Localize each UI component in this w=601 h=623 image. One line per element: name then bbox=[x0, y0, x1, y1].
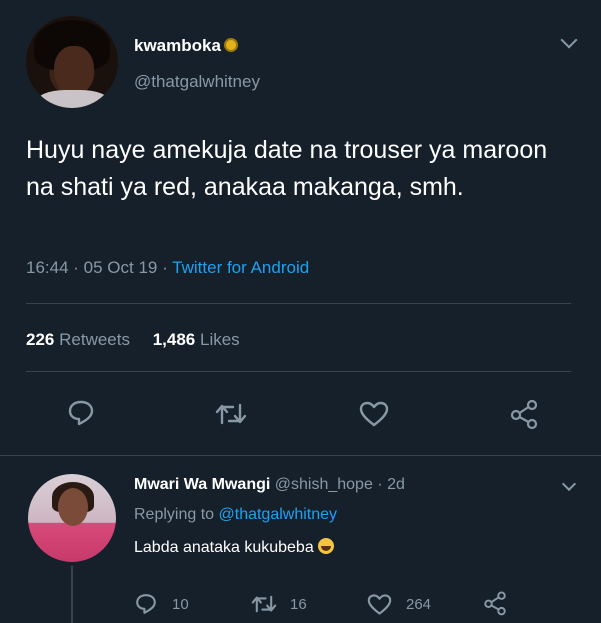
reply-button[interactable] bbox=[66, 398, 96, 428]
laughing-emoji-icon bbox=[317, 538, 334, 554]
reply-age: · 2d bbox=[377, 476, 405, 493]
replying-prefix: Replying to bbox=[134, 506, 219, 523]
reply-reply-button[interactable] bbox=[134, 592, 158, 616]
likes-stat[interactable]: 1,486 Likes bbox=[153, 330, 240, 349]
author-name-text: kwamboka bbox=[134, 36, 221, 55]
tweet-stats: 226 Retweets 1,486 Likes bbox=[26, 330, 240, 350]
replying-to: Replying to @thatgalwhitney bbox=[134, 506, 337, 524]
reply-like-count: 264 bbox=[406, 596, 432, 613]
chevron-down-icon[interactable] bbox=[561, 476, 577, 492]
retweet-icon bbox=[215, 403, 247, 425]
author-avatar[interactable] bbox=[26, 16, 118, 108]
reply-author-avatar[interactable] bbox=[28, 474, 116, 562]
share-button[interactable] bbox=[508, 398, 540, 430]
share-icon bbox=[510, 399, 538, 430]
reply-retweet-button[interactable] bbox=[250, 592, 278, 616]
retweet-icon bbox=[251, 595, 277, 613]
divider bbox=[26, 303, 571, 304]
like-button[interactable] bbox=[358, 400, 390, 428]
tweet-screenshot: kwamboka @thatgalwhitney Huyu naye ameku… bbox=[0, 0, 601, 623]
author-display-name[interactable]: kwamboka bbox=[134, 36, 238, 56]
tweet-timestamp[interactable]: 16:44 · 05 Oct 19 · bbox=[26, 258, 172, 277]
retweets-stat[interactable]: 226 Retweets bbox=[26, 330, 130, 349]
sunflower-emoji-icon bbox=[223, 38, 238, 52]
retweets-label: Retweets bbox=[59, 330, 130, 349]
share-icon bbox=[484, 591, 506, 616]
reply-icon bbox=[136, 594, 156, 614]
replying-to-mention[interactable]: @thatgalwhitney bbox=[219, 506, 338, 523]
heart-icon bbox=[367, 594, 392, 615]
likes-label: Likes bbox=[200, 330, 240, 349]
divider bbox=[26, 371, 571, 372]
tweet-source-link[interactable]: Twitter for Android bbox=[172, 258, 309, 277]
thread-line bbox=[71, 566, 73, 623]
tweet-text: Huyu naye amekuja date na trouser ya mar… bbox=[26, 136, 548, 201]
reply-author-handle[interactable]: @shish_hope bbox=[275, 476, 373, 493]
reply-reply-count: 10 bbox=[172, 596, 189, 613]
chevron-down-icon[interactable] bbox=[560, 31, 578, 49]
reply-text-body: Labda anataka kukubeba bbox=[134, 539, 314, 556]
reply-share-button[interactable] bbox=[482, 590, 508, 616]
heart-icon bbox=[359, 401, 389, 427]
reply-author-name[interactable]: Mwari Wa Mwangi bbox=[134, 476, 270, 493]
tweet-meta: 16:44 · 05 Oct 19 · Twitter for Android bbox=[26, 258, 309, 278]
author-handle[interactable]: @thatgalwhitney bbox=[134, 72, 260, 92]
reply-text: Labda anataka kukubeba bbox=[134, 538, 334, 557]
likes-count: 1,486 bbox=[152, 330, 196, 349]
reply-retweet-count: 16 bbox=[290, 596, 307, 613]
reply-icon bbox=[68, 400, 94, 426]
retweet-button[interactable] bbox=[214, 399, 248, 429]
reply-like-button[interactable] bbox=[366, 593, 393, 616]
reply-header: Mwari Wa Mwangi @shish_hope · 2d bbox=[134, 476, 405, 494]
retweets-count: 226 bbox=[26, 330, 55, 349]
divider bbox=[0, 455, 601, 456]
